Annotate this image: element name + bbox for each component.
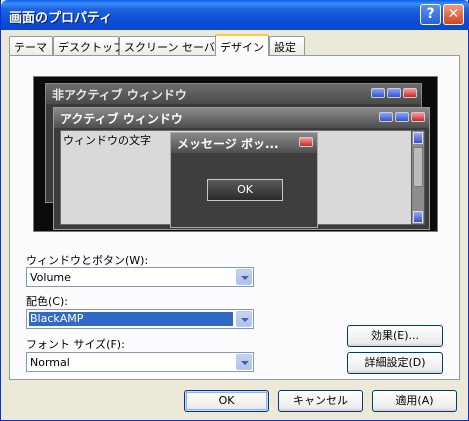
window-title: 画面のプロパティ — [9, 11, 113, 26]
advanced-button[interactable]: 詳細設定(D) — [347, 352, 443, 374]
appearance-panel: 非アクティブ ウィンドウ アクティブ ウィンドウ ウィンドウの文字 メッセージ … — [9, 55, 460, 380]
message-box-title: メッセージ ボッ... — [171, 133, 317, 153]
display-properties-window: 画面のプロパティ ? ✕ テーマ デスクトップ スクリーン セーバー デザイン … — [0, 0, 469, 421]
active-window-title: アクティブ ウィンドウ — [54, 108, 429, 128]
close-button[interactable]: ✕ — [443, 4, 464, 25]
chevron-down-icon[interactable] — [236, 311, 252, 327]
tab-settings[interactable]: 設定 — [269, 36, 305, 55]
close-icon — [299, 137, 313, 147]
active-caption-buttons — [379, 112, 425, 122]
tab-screensaver[interactable]: スクリーン セーバー — [119, 36, 226, 55]
chevron-down-icon[interactable] — [236, 269, 252, 285]
tab-theme[interactable]: テーマ — [9, 36, 53, 55]
help-button[interactable]: ? — [420, 4, 441, 25]
color-scheme-select[interactable]: BlackAMP — [26, 309, 254, 329]
ok-button[interactable]: OK — [184, 390, 269, 412]
close-icon — [411, 112, 425, 122]
msgbox-caption-buttons — [299, 137, 313, 147]
help-icon: ? — [426, 6, 435, 22]
preview-message-box: メッセージ ボッ... OK — [170, 132, 318, 228]
font-size-label: フォント サイズ(F): — [26, 338, 125, 351]
tab-desktop[interactable]: デスクトップ — [53, 36, 124, 55]
color-scheme-value: BlackAMP — [29, 312, 233, 326]
font-size-select[interactable]: Normal — [26, 352, 254, 372]
appearance-preview: 非アクティブ ウィンドウ アクティブ ウィンドウ ウィンドウの文字 メッセージ … — [33, 76, 438, 232]
window-buttons-select[interactable]: Volume — [26, 267, 254, 287]
window-buttons-label: ウィンドウとボタン(W): — [26, 254, 149, 267]
window-text-sample: ウィンドウの文字 — [63, 134, 151, 147]
scroll-down-icon — [413, 211, 423, 223]
tab-appearance[interactable]: デザイン — [215, 34, 269, 56]
preview-scrollbar — [411, 130, 425, 225]
maximize-icon — [395, 112, 409, 122]
chevron-down-icon[interactable] — [236, 354, 252, 370]
window-buttons-value: Volume — [30, 271, 71, 284]
title-bar[interactable]: 画面のプロパティ ? ✕ — [1, 0, 469, 30]
close-icon: ✕ — [447, 6, 460, 22]
close-icon — [403, 88, 417, 98]
preview-ok-button: OK — [207, 179, 283, 201]
effects-button[interactable]: 効果(E)... — [347, 325, 443, 347]
scroll-thumb — [413, 147, 423, 187]
inactive-window-title: 非アクティブ ウィンドウ — [46, 84, 421, 104]
inactive-caption-buttons — [371, 88, 417, 98]
maximize-icon — [387, 88, 401, 98]
apply-button[interactable]: 適用(A) — [372, 390, 457, 412]
minimize-icon — [371, 88, 385, 98]
cancel-button[interactable]: キャンセル — [278, 390, 363, 412]
minimize-icon — [379, 112, 393, 122]
scroll-up-icon — [413, 132, 423, 144]
font-size-value: Normal — [30, 356, 70, 369]
color-scheme-label: 配色(C): — [26, 295, 68, 308]
